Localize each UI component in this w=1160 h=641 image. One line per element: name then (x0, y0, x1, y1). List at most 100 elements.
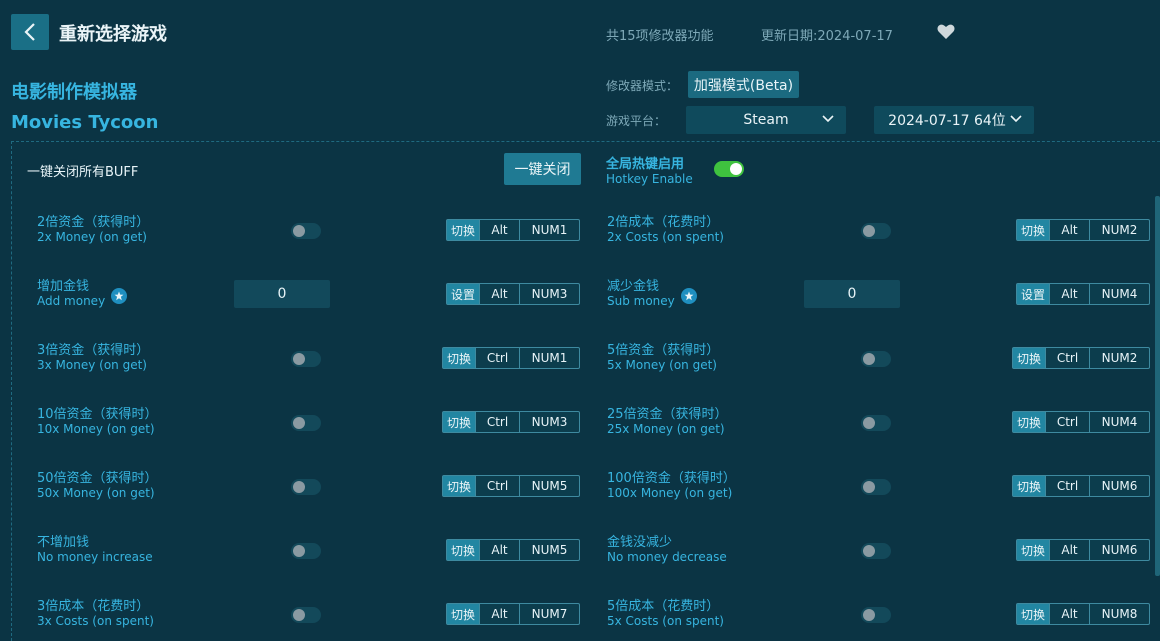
cheat-row: 10倍资金（获得时） 10x Money (on get) 切换 Ctrl NUM… (37, 403, 617, 443)
hotkey-badge[interactable]: 切换 Alt NUM7 (446, 603, 581, 625)
hotkey-modifier: Ctrl (1045, 348, 1089, 368)
hotkey-key: NUM6 (1089, 476, 1149, 496)
game-name-en: Movies Tycoon (11, 112, 159, 133)
cheat-name-en: 5x Money (on get) (607, 358, 717, 372)
hotkey-badge[interactable]: 设置 Alt NUM4 (1016, 283, 1151, 305)
cheat-row: 5倍成本（花费时） 5x Costs (on spent) 切换 Alt NUM8 (607, 595, 1160, 635)
cheat-name-en: Add money (37, 294, 106, 308)
game-name-cn: 电影制作模拟器 (11, 82, 137, 103)
toggle-knob (293, 545, 305, 557)
hotkey-modifier: Ctrl (1045, 412, 1089, 432)
cheat-toggle[interactable] (861, 543, 891, 559)
hotkey-badge[interactable]: 切换 Ctrl NUM2 (1012, 347, 1151, 369)
cheat-toggle[interactable] (291, 223, 321, 239)
scrollbar[interactable] (1155, 196, 1160, 576)
hotkey-action: 切换 (447, 540, 480, 560)
toggle-knob (863, 481, 875, 493)
hotkey-action: 设置 (447, 284, 480, 304)
cheat-toggle[interactable] (291, 415, 321, 431)
hotkey-modifier: Alt (1049, 540, 1089, 560)
cheat-name-cn: 5倍资金（获得时） (607, 343, 720, 358)
hotkey-action: 切换 (1017, 220, 1050, 240)
cheat-name-cn: 25倍资金（获得时） (607, 407, 728, 422)
hotkey-key: NUM7 (519, 604, 579, 624)
mode-button[interactable]: 加强模式(Beta) (688, 71, 799, 98)
all-off-label: 一键关闭所有BUFF (27, 165, 139, 180)
cheat-name-en: 2x Money (on get) (37, 230, 147, 244)
platform-label: 游戏平台： (606, 114, 667, 128)
hotkey-badge[interactable]: 设置 Alt NUM3 (446, 283, 581, 305)
cheat-toggle[interactable] (861, 223, 891, 239)
cheat-name-cn: 2倍成本（花费时） (607, 215, 720, 230)
toggle-knob (293, 353, 305, 365)
cheat-toggle[interactable] (861, 415, 891, 431)
cheat-row: 不增加钱 No money increase 切换 Alt NUM5 (37, 531, 617, 571)
update-date: 更新日期:2024-07-17 (761, 29, 893, 44)
cheat-name-en: 10x Money (on get) (37, 422, 155, 436)
hotkey-badge[interactable]: 切换 Ctrl NUM1 (442, 347, 581, 369)
cheat-row: 2倍资金（获得时） 2x Money (on get) 切换 Alt NUM1 (37, 211, 617, 251)
page-title: 重新选择游戏 (59, 24, 167, 45)
hotkey-modifier: Alt (1049, 284, 1089, 304)
hotkey-modifier: Ctrl (475, 348, 519, 368)
hotkey-badge[interactable]: 切换 Alt NUM2 (1016, 219, 1151, 241)
cheat-toggle[interactable] (291, 479, 321, 495)
hotkey-badge[interactable]: 切换 Ctrl NUM5 (442, 475, 581, 497)
hotkey-key: NUM1 (519, 348, 579, 368)
hotkey-badge[interactable]: 切换 Alt NUM5 (446, 539, 581, 561)
toggle-knob (863, 417, 875, 429)
cheat-toggle[interactable] (291, 351, 321, 367)
cheat-row: 100倍资金（获得时） 100x Money (on get) 切换 Ctrl N… (607, 467, 1160, 507)
platform-value: Steam (743, 112, 789, 128)
back-button[interactable] (11, 14, 49, 50)
hotkey-modifier: Ctrl (475, 476, 519, 496)
hotkey-action: 切换 (447, 604, 480, 624)
hotkey-action: 切换 (443, 348, 476, 368)
hotkey-modifier: Alt (1049, 604, 1089, 624)
all-off-button[interactable]: 一键关闭 (504, 153, 581, 185)
hotkey-badge[interactable]: 切换 Ctrl NUM6 (1012, 475, 1151, 497)
hotkey-badge[interactable]: 切换 Alt NUM6 (1016, 539, 1151, 561)
hotkey-key: NUM8 (1089, 604, 1149, 624)
cheat-name-cn: 2倍资金（获得时） (37, 215, 150, 230)
cheat-name-cn: 10倍资金（获得时） (37, 407, 158, 422)
version-select[interactable]: 2024-07-17 64位 (874, 106, 1034, 134)
cheat-toggle[interactable] (291, 543, 321, 559)
hotkey-modifier: Alt (479, 540, 519, 560)
amount-input[interactable]: 0 (804, 280, 900, 308)
cheat-toggle[interactable] (291, 607, 321, 623)
platform-select[interactable]: Steam (686, 106, 846, 134)
star-icon (681, 288, 697, 304)
hotkey-badge[interactable]: 切换 Alt NUM8 (1016, 603, 1151, 625)
version-value: 2024-07-17 64位 (888, 113, 1006, 129)
heart-icon[interactable] (937, 24, 955, 40)
cheat-toggle[interactable] (861, 351, 891, 367)
hotkey-enable-toggle[interactable] (714, 161, 744, 177)
hotkey-action: 切换 (447, 220, 480, 240)
cheat-name-en: 25x Money (on get) (607, 422, 725, 436)
hotkey-key: NUM1 (519, 220, 579, 240)
cheat-toggle[interactable] (861, 607, 891, 623)
cheat-row: 减少金钱 Sub money 0 设置 Alt NUM4 (607, 275, 1160, 315)
cheat-name-cn: 100倍资金（获得时） (607, 471, 736, 486)
cheat-name-en: No money increase (37, 550, 153, 564)
chevron-down-icon (822, 115, 834, 123)
hotkey-action: 切换 (1017, 540, 1050, 560)
hotkey-badge[interactable]: 切换 Ctrl NUM4 (1012, 411, 1151, 433)
cheat-toggle[interactable] (861, 479, 891, 495)
cheat-name-en: Sub money (607, 294, 675, 308)
hotkey-modifier: Ctrl (475, 412, 519, 432)
hotkey-badge[interactable]: 切换 Ctrl NUM3 (442, 411, 581, 433)
hotkey-modifier: Alt (479, 220, 519, 240)
hotkey-key: NUM5 (519, 540, 579, 560)
hotkey-action: 切换 (1017, 604, 1050, 624)
toggle-knob (293, 225, 305, 237)
cheat-row: 3倍资金（获得时） 3x Money (on get) 切换 Ctrl NUM1 (37, 339, 617, 379)
amount-input[interactable]: 0 (234, 280, 330, 308)
cheat-name-en: No money decrease (607, 550, 727, 564)
toggle-knob (293, 609, 305, 621)
hotkey-label-en: Hotkey Enable (606, 172, 693, 186)
hotkey-badge[interactable]: 切换 Alt NUM1 (446, 219, 581, 241)
hotkey-key: NUM6 (1089, 540, 1149, 560)
hotkey-modifier: Alt (479, 284, 519, 304)
